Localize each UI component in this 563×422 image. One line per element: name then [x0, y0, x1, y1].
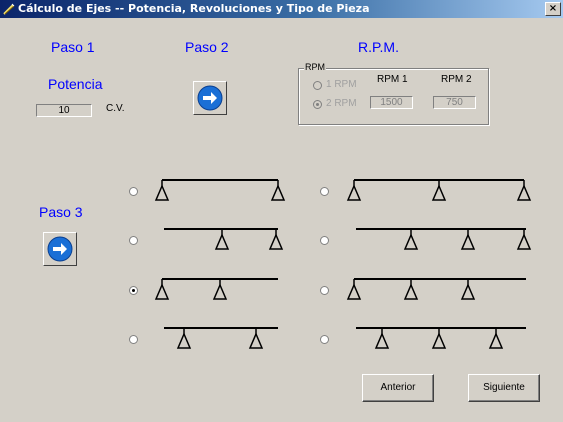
rpm-option-2-label: 2 RPM [326, 98, 357, 109]
beam-diagram-right-4 [356, 327, 526, 349]
step2-next-button[interactable] [193, 81, 227, 115]
step1-label: Paso 1 [51, 39, 95, 55]
beam-option-left-3-radio[interactable] [129, 286, 138, 295]
beam-diagram-left-4 [164, 327, 278, 349]
rpm-option-2-radio[interactable] [313, 100, 322, 109]
rpm1-field[interactable]: 1500 [370, 96, 413, 109]
rpm-option-1-label: 1 RPM [326, 79, 357, 90]
beam-option-left-1-radio[interactable] [129, 187, 138, 196]
rpm-group-label: RPM [304, 62, 326, 72]
step3-next-button[interactable] [43, 232, 77, 266]
rpm1-column-label: RPM 1 [377, 74, 408, 85]
rpm-heading: R.P.M. [358, 39, 399, 55]
title-bar[interactable]: Cálculo de Ejes -- Potencia, Revolucione… [0, 0, 563, 18]
window-title: Cálculo de Ejes -- Potencia, Revolucione… [18, 2, 370, 15]
power-unit-label: C.V. [106, 103, 125, 114]
beam-diagram-left-3 [154, 278, 278, 300]
right-arrow-icon [197, 85, 223, 111]
power-field[interactable]: 10 [36, 104, 92, 117]
beam-diagram-left-2 [164, 228, 284, 250]
beam-option-right-1-radio[interactable] [320, 187, 329, 196]
step3-label: Paso 3 [39, 204, 83, 220]
beam-option-right-4-radio[interactable] [320, 335, 329, 344]
close-button[interactable]: × [545, 2, 561, 16]
right-arrow-icon [47, 236, 73, 262]
step2-label: Paso 2 [185, 39, 229, 55]
application-window: Cálculo de Ejes -- Potencia, Revolucione… [0, 0, 563, 422]
rpm2-field[interactable]: 750 [433, 96, 476, 109]
beam-diagram-right-2 [356, 228, 532, 250]
rpm2-column-label: RPM 2 [441, 74, 472, 85]
beam-diagram-right-3 [346, 278, 526, 300]
beam-option-left-4-radio[interactable] [129, 335, 138, 344]
beam-diagram-right-1 [346, 179, 532, 201]
beam-diagram-left-1 [154, 179, 286, 201]
next-button[interactable]: Siguiente [468, 374, 540, 402]
app-icon [3, 3, 15, 15]
beam-option-left-2-radio[interactable] [129, 236, 138, 245]
rpm-option-1-radio[interactable] [313, 81, 322, 90]
beam-option-right-2-radio[interactable] [320, 236, 329, 245]
beam-option-right-3-radio[interactable] [320, 286, 329, 295]
back-button[interactable]: Anterior [362, 374, 434, 402]
power-heading: Potencia [48, 76, 103, 92]
